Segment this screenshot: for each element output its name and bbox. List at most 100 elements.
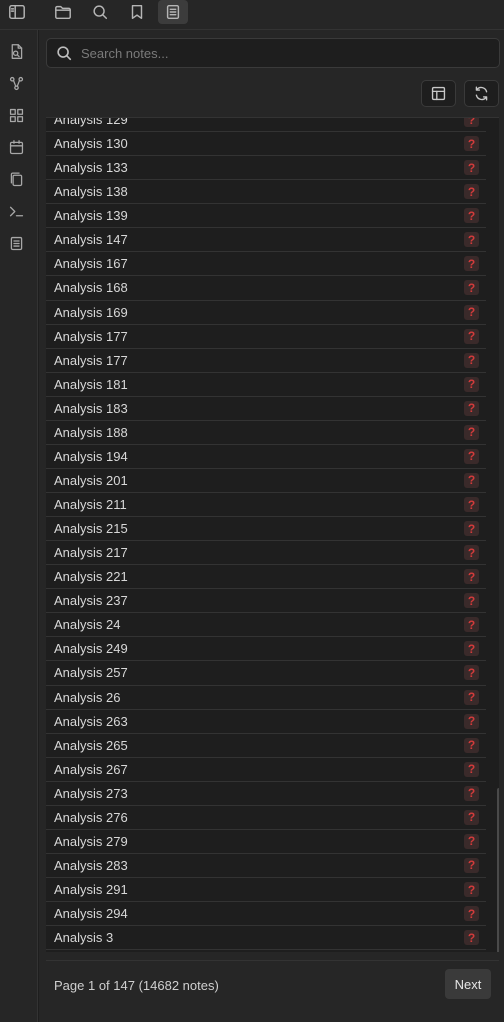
status-question-icon: ? (464, 545, 479, 561)
list-item[interactable]: Analysis 237? (46, 589, 486, 614)
list-item[interactable]: Analysis 138? (46, 180, 486, 205)
status-question-icon: ? (464, 376, 479, 392)
list-item[interactable]: Analysis 147? (46, 228, 486, 253)
graph-icon[interactable] (4, 71, 28, 95)
list-item[interactable]: Analysis 217? (46, 541, 486, 566)
list-item[interactable]: Analysis 129? (46, 118, 486, 133)
note-title: Analysis 217 (54, 545, 128, 561)
status-question-icon: ? (464, 641, 479, 657)
note-title: Analysis 265 (54, 737, 128, 753)
list-item[interactable]: Analysis 273? (46, 782, 486, 806)
note-title: Analysis 249 (54, 641, 128, 657)
list-item[interactable]: Analysis 167? (46, 252, 486, 277)
notes-list-icon[interactable] (158, 0, 188, 24)
list-item[interactable]: Analysis 265? (46, 734, 486, 758)
status-question-icon: ? (464, 208, 479, 224)
pagination-footer: Page 1 of 147 (14682 notes) Next (46, 960, 499, 1008)
canvas-icon[interactable] (4, 103, 28, 127)
status-question-icon: ? (464, 593, 479, 609)
list-item[interactable]: Analysis 168? (46, 276, 486, 301)
top-bar (0, 0, 504, 30)
status-question-icon: ? (464, 785, 479, 801)
note-title: Analysis 215 (54, 521, 128, 537)
notes-list[interactable]: Analysis 129? Analysis 130? Analysis 133? A… (46, 117, 499, 952)
list-item[interactable]: Analysis 211? (46, 493, 486, 518)
calendar-icon[interactable] (4, 135, 28, 159)
list-item[interactable]: Analysis 279? (46, 830, 486, 854)
notes-list-inner: Analysis 129? Analysis 130? Analysis 133? A… (46, 118, 486, 951)
list-item[interactable]: Analysis 133? (46, 156, 486, 181)
note-title: Analysis 139 (54, 208, 128, 224)
status-question-icon: ? (464, 352, 479, 368)
list-item[interactable]: Analysis 3? (46, 926, 486, 951)
notes-icon[interactable] (4, 231, 28, 255)
status-question-icon: ? (464, 424, 479, 440)
status-question-icon: ? (464, 160, 479, 176)
refresh-button[interactable] (464, 80, 499, 107)
list-item[interactable]: Analysis 24? (46, 613, 486, 638)
list-item[interactable]: Analysis 294? (46, 902, 486, 927)
list-item[interactable]: Analysis 181? (46, 373, 486, 397)
list-item[interactable]: Analysis 188? (46, 421, 486, 445)
layout-icon (430, 85, 447, 102)
list-item[interactable]: Analysis 194? (46, 445, 486, 469)
note-title: Analysis 221 (54, 569, 128, 585)
search-input[interactable] (81, 42, 481, 64)
list-item[interactable]: Analysis 26? (46, 686, 486, 710)
note-title: Analysis 267 (54, 761, 128, 777)
status-question-icon: ? (464, 737, 479, 753)
layout-button[interactable] (421, 80, 456, 107)
note-title: Analysis 283 (54, 857, 128, 873)
copy-icon[interactable] (4, 167, 28, 191)
list-item[interactable]: Analysis 130? (46, 132, 486, 157)
list-item[interactable]: Analysis 257? (46, 661, 486, 686)
sidebar-toggle-icon[interactable] (2, 0, 32, 24)
list-item[interactable]: Analysis 221? (46, 565, 486, 590)
new-note-icon[interactable] (4, 39, 28, 63)
status-question-icon: ? (464, 256, 479, 272)
notes-panel: Analysis 129?Analysis 130?Analysis 133?A… (39, 30, 504, 1022)
status-question-icon: ? (464, 857, 479, 873)
note-title: Analysis 263 (54, 713, 128, 729)
bookmark-icon[interactable] (122, 0, 152, 24)
list-item[interactable]: Analysis 249? (46, 637, 486, 662)
list-item[interactable]: Analysis 267? (46, 758, 486, 782)
note-title: Analysis 167 (54, 256, 128, 272)
note-title: Analysis 188 (54, 424, 128, 440)
note-title: Analysis 177 (54, 352, 128, 368)
list-item[interactable]: Analysis 276? (46, 806, 486, 830)
note-title: Analysis 237 (54, 593, 128, 609)
list-item[interactable]: Analysis 177? (46, 325, 486, 349)
note-title: Analysis 181 (54, 376, 128, 392)
status-question-icon: ? (464, 118, 479, 128)
status-question-icon: ? (464, 280, 479, 296)
status-question-icon: ? (464, 689, 479, 705)
terminal-icon[interactable] (4, 199, 28, 223)
list-item[interactable]: Analysis 183? (46, 397, 486, 421)
list-item[interactable]: Analysis 291? (46, 878, 486, 903)
folder-icon[interactable] (48, 0, 78, 24)
list-item[interactable]: Analysis 201? (46, 469, 486, 493)
list-item[interactable]: Analysis 177? (46, 349, 486, 373)
search-icon[interactable] (85, 0, 115, 24)
status-question-icon: ? (464, 617, 479, 633)
note-title: Analysis 194 (54, 448, 128, 464)
status-question-icon: ? (464, 569, 479, 585)
list-item[interactable]: Analysis 263? (46, 710, 486, 734)
note-title: Analysis 279 (54, 833, 128, 849)
scrollbar[interactable] (497, 788, 499, 952)
status-question-icon: ? (464, 497, 479, 513)
status-question-icon: ? (464, 713, 479, 729)
note-title: Analysis 3 (54, 930, 114, 946)
status-question-icon: ? (464, 930, 479, 946)
list-item[interactable]: Analysis 283? (46, 854, 486, 878)
note-title: Analysis 130 (54, 136, 128, 152)
list-item[interactable]: Analysis 169? (46, 301, 486, 325)
list-item[interactable]: Analysis 139? (46, 204, 486, 229)
next-button[interactable]: Next (445, 969, 491, 999)
status-question-icon: ? (464, 809, 479, 825)
note-title: Analysis 24 (54, 617, 121, 633)
list-item[interactable]: Analysis 215? (46, 517, 486, 542)
note-title: Analysis 257 (54, 665, 128, 681)
status-question-icon: ? (464, 906, 479, 922)
